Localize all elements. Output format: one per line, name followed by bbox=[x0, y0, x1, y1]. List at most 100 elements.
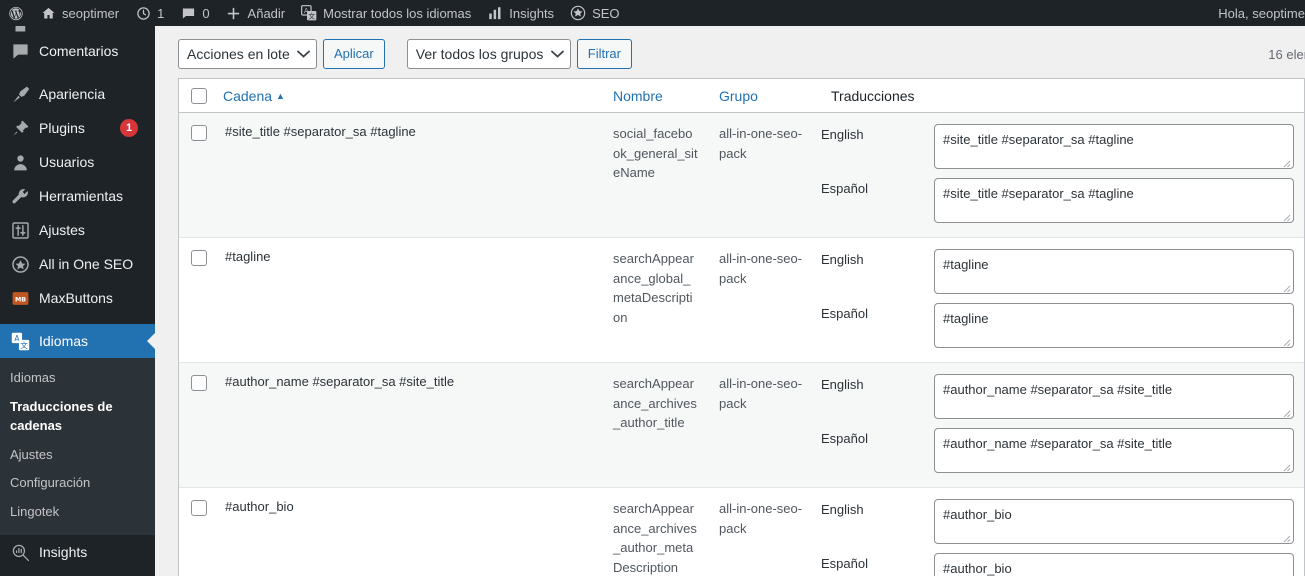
cell-nombre: searchAppearance_global_metaDescription bbox=[613, 251, 694, 325]
apply-button[interactable]: Aplicar bbox=[323, 39, 385, 69]
cell-traducciones: English Español bbox=[821, 238, 1304, 363]
sort-link-cadena[interactable]: Cadena bbox=[223, 88, 272, 104]
column-header-nombre[interactable]: Nombre bbox=[603, 79, 709, 114]
cell-grupo: all-in-one-seo-pack bbox=[719, 126, 803, 161]
languages-icon: A文 bbox=[10, 331, 30, 351]
show-all-languages-button[interactable]: A文 Mostrar todos los idiomas bbox=[293, 0, 479, 26]
sidebar-item-label: Plugins bbox=[39, 120, 85, 136]
sidebar-item-ajustes[interactable]: Ajustes bbox=[0, 213, 155, 247]
filter-button[interactable]: Filtrar bbox=[576, 39, 632, 69]
table-header-row: Cadena ▲ Nombre Grupo Traducciones bbox=[179, 79, 1304, 114]
translation-language-label: Español bbox=[821, 556, 868, 572]
pages-icon bbox=[10, 26, 30, 34]
cell-nombre: social_facebook_general_siteName bbox=[613, 126, 698, 181]
appearance-icon bbox=[10, 84, 30, 104]
table-row: #author_name #separator_sa #site_title s… bbox=[179, 362, 1304, 488]
sort-link-grupo[interactable]: Grupo bbox=[719, 88, 758, 104]
seo-button[interactable]: SEO bbox=[562, 0, 627, 26]
show-all-languages-label: Mostrar todos los idiomas bbox=[323, 5, 472, 21]
translation-entry: English bbox=[821, 113, 1294, 172]
svg-text:MB: MB bbox=[14, 296, 25, 303]
row-checkbox[interactable] bbox=[191, 499, 207, 516]
translation-textarea[interactable] bbox=[934, 553, 1294, 576]
sidebar-item-herramientas[interactable]: Herramientas bbox=[0, 179, 155, 213]
sidebar-item-idiomas[interactable]: A文 Idiomas bbox=[0, 324, 155, 358]
sidebar-item-apariencia[interactable]: Apariencia bbox=[0, 77, 155, 111]
row-checkbox[interactable] bbox=[191, 249, 207, 266]
column-header-grupo[interactable]: Grupo bbox=[709, 79, 821, 114]
cell-grupo: all-in-one-seo-pack bbox=[719, 376, 803, 411]
updates-button[interactable]: 1 bbox=[127, 0, 172, 26]
translation-textarea[interactable] bbox=[934, 178, 1294, 224]
sidebar-item-plugins[interactable]: Plugins 1 bbox=[0, 111, 155, 145]
translation-field-wrapper bbox=[934, 499, 1294, 547]
group-filter-select-wrapper: Ver todos los grupos bbox=[406, 39, 571, 69]
translation-field-wrapper bbox=[934, 249, 1294, 297]
translate-icon: A文 bbox=[301, 5, 317, 21]
svg-text:文: 文 bbox=[308, 11, 315, 20]
seo-icon bbox=[570, 5, 586, 21]
translation-textarea[interactable] bbox=[934, 249, 1294, 295]
plugins-icon bbox=[10, 118, 30, 138]
account-menu[interactable]: Hola, seoptime bbox=[1210, 0, 1305, 26]
sidebar-item-all-in-one-seo[interactable]: All in One SEO bbox=[0, 247, 155, 281]
insights-button[interactable]: Insights bbox=[479, 0, 562, 26]
cell-nombre: searchAppearance_archives_author_metaDes… bbox=[613, 501, 697, 575]
wordpress-logo-icon bbox=[8, 5, 24, 21]
translation-entry: Español bbox=[821, 297, 1294, 362]
submenu-item-configuracion[interactable]: Configuración bbox=[0, 469, 155, 498]
table-row: #author_bio searchAppearance_archives_au… bbox=[179, 488, 1304, 576]
submenu-item-idiomas[interactable]: Idiomas bbox=[0, 364, 155, 393]
submenu-item-lingotek[interactable]: Lingotek bbox=[0, 498, 155, 527]
main-content: Acciones en lote Aplicar Ver todos los g… bbox=[155, 26, 1305, 576]
translation-textarea[interactable] bbox=[934, 124, 1294, 170]
updates-count: 1 bbox=[157, 5, 165, 21]
comments-button[interactable]: 0 bbox=[172, 0, 217, 26]
cell-grupo: all-in-one-seo-pack bbox=[719, 251, 803, 286]
insights-label: Insights bbox=[509, 5, 555, 21]
sort-link-nombre[interactable]: Nombre bbox=[613, 88, 663, 104]
translation-textarea[interactable] bbox=[934, 374, 1294, 420]
chart-icon bbox=[487, 5, 503, 21]
sidebar-item-maxbuttons[interactable]: MB MaxButtons bbox=[0, 281, 155, 315]
row-select-cell bbox=[179, 363, 213, 488]
site-name-button[interactable]: seoptimer bbox=[32, 0, 127, 26]
translation-field-wrapper bbox=[934, 124, 1294, 172]
sidebar-item-label: Insights bbox=[39, 544, 88, 561]
table-nav-top: Acciones en lote Aplicar Ver todos los g… bbox=[155, 26, 1305, 78]
sidebar-item-label: MaxButtons bbox=[39, 290, 113, 306]
translation-textarea[interactable] bbox=[934, 303, 1294, 349]
idiomas-submenu: Idiomas Traducciones de cadenas Ajustes … bbox=[0, 358, 155, 536]
translation-textarea[interactable] bbox=[934, 428, 1294, 474]
sidebar-item-insights[interactable]: Insights bbox=[0, 535, 155, 569]
sidebar-item-cut-off[interactable] bbox=[0, 26, 155, 34]
translation-textarea[interactable] bbox=[934, 499, 1294, 545]
wordpress-logo-button[interactable] bbox=[0, 0, 32, 26]
sidebar-item-label: All in One SEO bbox=[39, 256, 134, 272]
row-select-cell bbox=[179, 238, 213, 363]
sidebar-item-usuarios[interactable]: Usuarios bbox=[0, 145, 155, 179]
submenu-item-ajustes[interactable]: Ajustes bbox=[0, 441, 155, 470]
sidebar-item-comentarios[interactable]: Comentarios bbox=[0, 34, 155, 68]
translation-language-label: Español bbox=[821, 181, 868, 197]
row-checkbox[interactable] bbox=[191, 124, 207, 141]
sort-ascending-icon: ▲ bbox=[276, 90, 285, 101]
translation-language-label: English bbox=[821, 502, 864, 518]
string-translations-table: Cadena ▲ Nombre Grupo Traducciones #site… bbox=[179, 79, 1304, 576]
bulk-actions-select[interactable]: Acciones en lote bbox=[178, 39, 317, 69]
row-select-cell bbox=[179, 113, 213, 238]
translation-field-wrapper bbox=[934, 428, 1294, 476]
cell-traducciones: English Español bbox=[821, 113, 1304, 238]
aioseo-icon bbox=[10, 254, 30, 274]
admin-bar: seoptimer 1 0 Añadir A文 Mostrar todos lo… bbox=[0, 0, 1305, 26]
row-checkbox[interactable] bbox=[191, 374, 207, 391]
cell-grupo: all-in-one-seo-pack bbox=[719, 501, 803, 536]
column-header-cadena[interactable]: Cadena ▲ bbox=[213, 79, 603, 114]
translation-language-label: English bbox=[821, 377, 864, 393]
submenu-item-traducciones-de-cadenas[interactable]: Traducciones de cadenas bbox=[0, 393, 155, 441]
group-filter-select[interactable]: Ver todos los grupos bbox=[406, 39, 571, 69]
select-all-checkbox[interactable] bbox=[191, 88, 207, 105]
new-content-button[interactable]: Añadir bbox=[218, 0, 294, 26]
new-content-label: Añadir bbox=[247, 5, 286, 21]
maxbuttons-icon: MB bbox=[10, 288, 30, 308]
